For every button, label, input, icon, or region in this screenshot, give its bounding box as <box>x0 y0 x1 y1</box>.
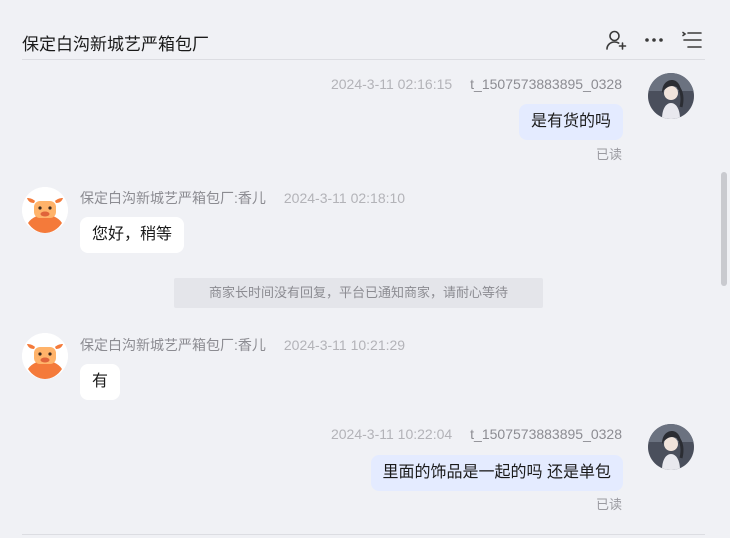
message-bubble[interactable]: 是有货的吗 <box>518 104 623 140</box>
message-list[interactable]: 2024-3-11 02:16:15 t_1507573883895_0328 是… <box>0 60 716 538</box>
system-notice: 商家长时间没有回复，平台已通知商家，请耐心等待 <box>174 278 543 308</box>
message-meta: 保定白沟新城艺严箱包厂:香儿 2024-3-11 02:18:10 <box>80 188 405 208</box>
shop-avatar[interactable] <box>22 187 68 233</box>
message-meta: 2024-3-11 10:22:04 t_1507573883895_0328 <box>331 426 622 442</box>
more-icon[interactable] <box>642 28 666 52</box>
read-status: 已读 <box>595 147 622 162</box>
scrollbar[interactable] <box>721 172 727 286</box>
chat-header: 保定白沟新城艺严箱包厂 <box>22 0 705 60</box>
message-meta: 2024-3-11 02:16:15 t_1507573883895_0328 <box>331 76 622 92</box>
user-avatar[interactable] <box>648 73 694 119</box>
shop-title: 保定白沟新城艺严箱包厂 <box>22 35 209 54</box>
menu-list-icon[interactable] <box>680 28 704 52</box>
sender-name: 保定白沟新城艺严箱包厂:香儿 <box>80 337 266 353</box>
user-avatar[interactable] <box>648 424 694 470</box>
sender-name: t_1507573883895_0328 <box>470 426 622 442</box>
message-time: 2024-3-11 02:18:10 <box>283 190 406 206</box>
divider <box>22 534 705 535</box>
message-bubble[interactable]: 有 <box>80 364 121 400</box>
message-time: 2024-3-11 10:21:29 <box>283 337 406 353</box>
sender-name: t_1507573883895_0328 <box>470 76 622 92</box>
read-status: 已读 <box>595 497 622 512</box>
sender-name: 保定白沟新城艺严箱包厂:香儿 <box>80 190 266 206</box>
message-bubble[interactable]: 里面的饰品是一起的吗 还是单包 <box>370 455 623 491</box>
add-user-icon[interactable] <box>604 28 628 52</box>
message-bubble[interactable]: 您好，稍等 <box>80 217 185 253</box>
shop-avatar[interactable] <box>22 333 68 379</box>
message-meta: 保定白沟新城艺严箱包厂:香儿 2024-3-11 10:21:29 <box>80 335 405 355</box>
message-time: 2024-3-11 10:22:04 <box>330 426 453 442</box>
message-time: 2024-3-11 02:16:15 <box>330 76 453 92</box>
